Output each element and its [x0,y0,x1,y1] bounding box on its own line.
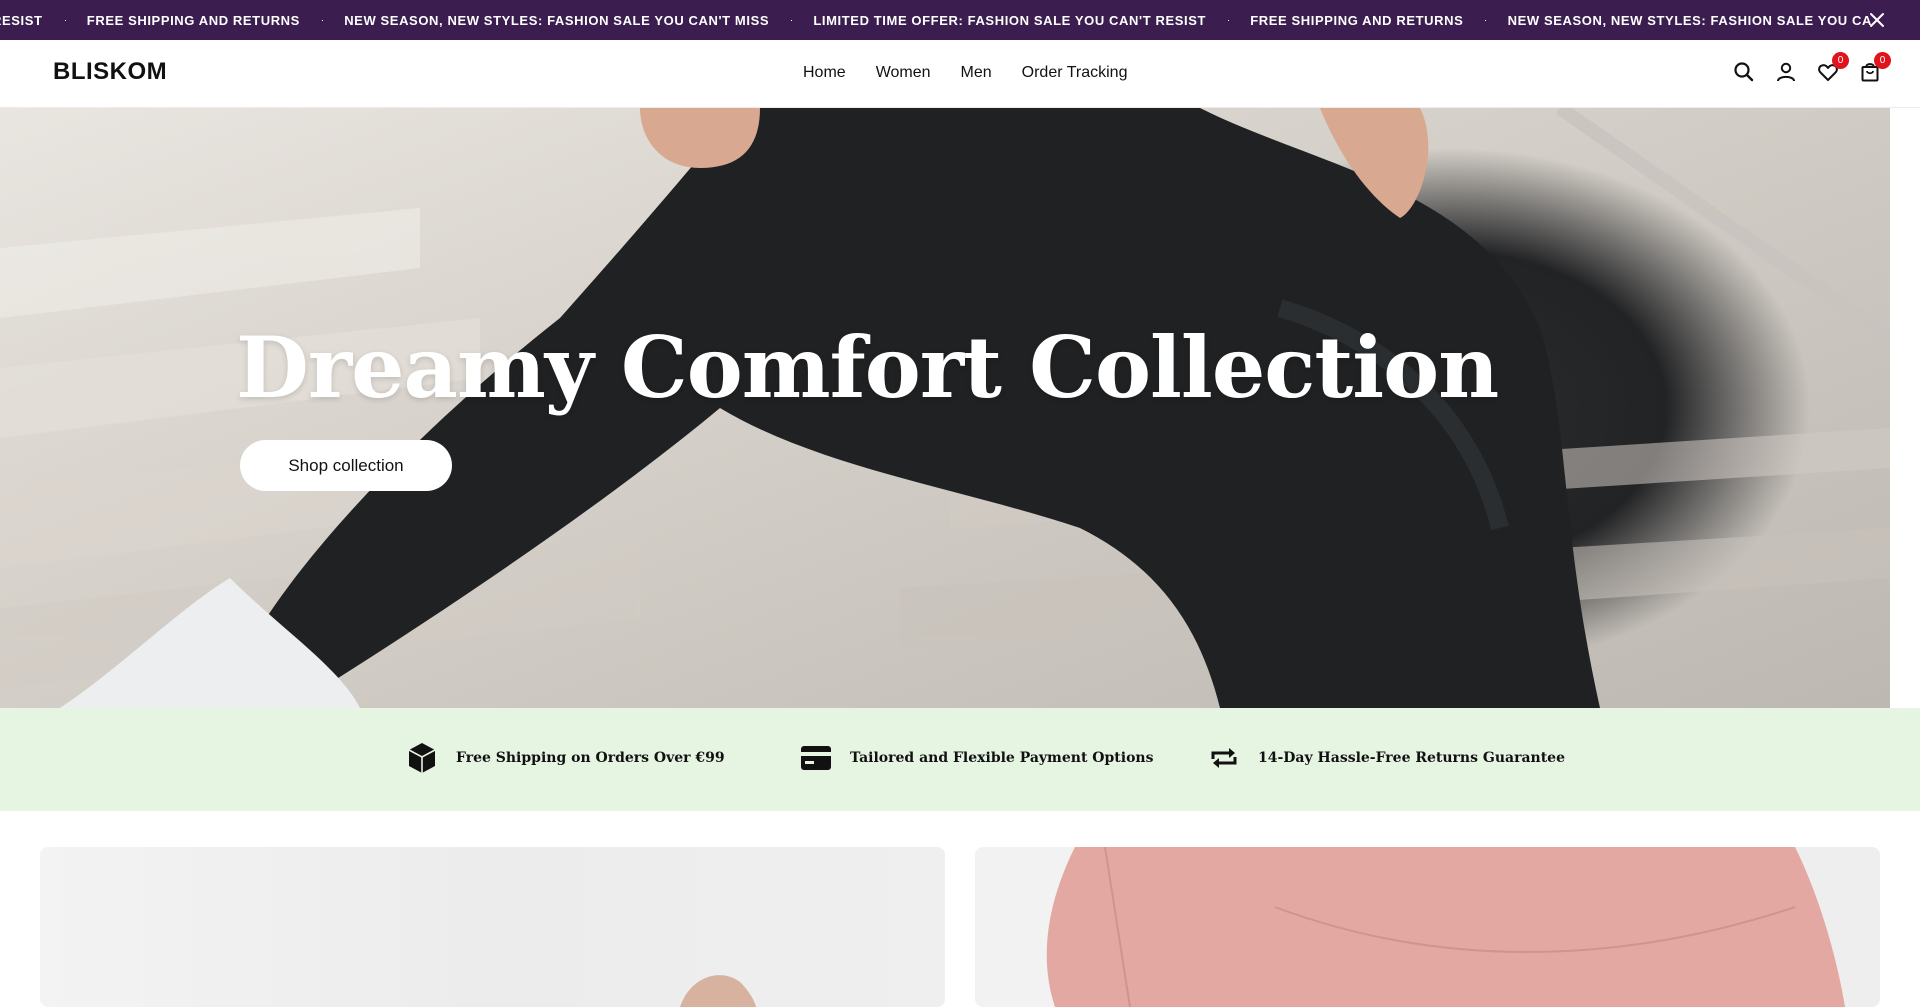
collection-card[interactable] [40,847,945,1007]
announcement-item: RESIST [0,13,43,28]
feature-item-payment: Tailored and Flexible Payment Options [800,742,1153,774]
announcement-bar: RESIST FREE SHIPPING AND RETURNS NEW SEA… [0,0,1920,40]
announcement-item: NEW SEASON, NEW STYLES: FASHION SALE YOU… [344,13,769,28]
nav-item-women[interactable]: Women [876,64,931,82]
hero-banner: Dreamy Comfort Collection Shop collectio… [0,108,1890,708]
bag-icon[interactable]: 0 [1858,60,1882,84]
announcement-item: FREE SHIPPING AND RETURNS [87,13,300,28]
shop-collection-button[interactable]: Shop collection [240,440,452,491]
feature-item-returns: 14-Day Hassle-Free Returns Guarantee [1208,742,1565,774]
collection-card-image [40,847,945,1007]
nav-item-home[interactable]: Home [803,64,846,82]
close-icon[interactable] [1868,11,1886,29]
main-nav: Home Women Men Order Tracking [803,64,1127,82]
feature-text: 14-Day Hassle-Free Returns Guarantee [1258,750,1565,766]
nav-item-men[interactable]: Men [961,64,992,82]
site-logo[interactable]: BLISKOM [53,58,167,86]
site-header: BLISKOM Home Women Men Order Tracking 0 … [0,40,1920,108]
feature-text: Tailored and Flexible Payment Options [850,750,1153,766]
user-icon[interactable] [1774,60,1798,84]
announcement-item: FREE SHIPPING AND RETURNS [1250,13,1463,28]
wishlist-count-badge: 0 [1832,52,1849,69]
repeat-icon [1208,742,1240,774]
credit-card-icon [800,742,832,774]
hero-title: Dreamy Comfort Collection [236,318,1498,417]
box-icon [406,742,438,774]
feature-item-shipping: Free Shipping on Orders Over €99 [406,742,725,774]
cart-count-badge: 0 [1874,52,1891,69]
collection-card-image [975,847,1880,1007]
announcement-marquee: RESIST FREE SHIPPING AND RETURNS NEW SEA… [0,0,1872,40]
nav-item-order-tracking[interactable]: Order Tracking [1022,64,1128,82]
feature-text: Free Shipping on Orders Over €99 [456,750,725,766]
announcement-item: NEW SEASON, NEW STYLES: FASHION SALE YOU… [1508,13,1872,28]
header-tools: 0 0 [1732,60,1882,84]
collection-cards [0,811,1920,993]
search-icon[interactable] [1732,60,1756,84]
announcement-item: LIMITED TIME OFFER: FASHION SALE YOU CAN… [813,13,1206,28]
heart-icon[interactable]: 0 [1816,60,1840,84]
collection-card[interactable] [975,847,1880,1007]
features-strip: Free Shipping on Orders Over €99 Tailore… [0,708,1920,811]
